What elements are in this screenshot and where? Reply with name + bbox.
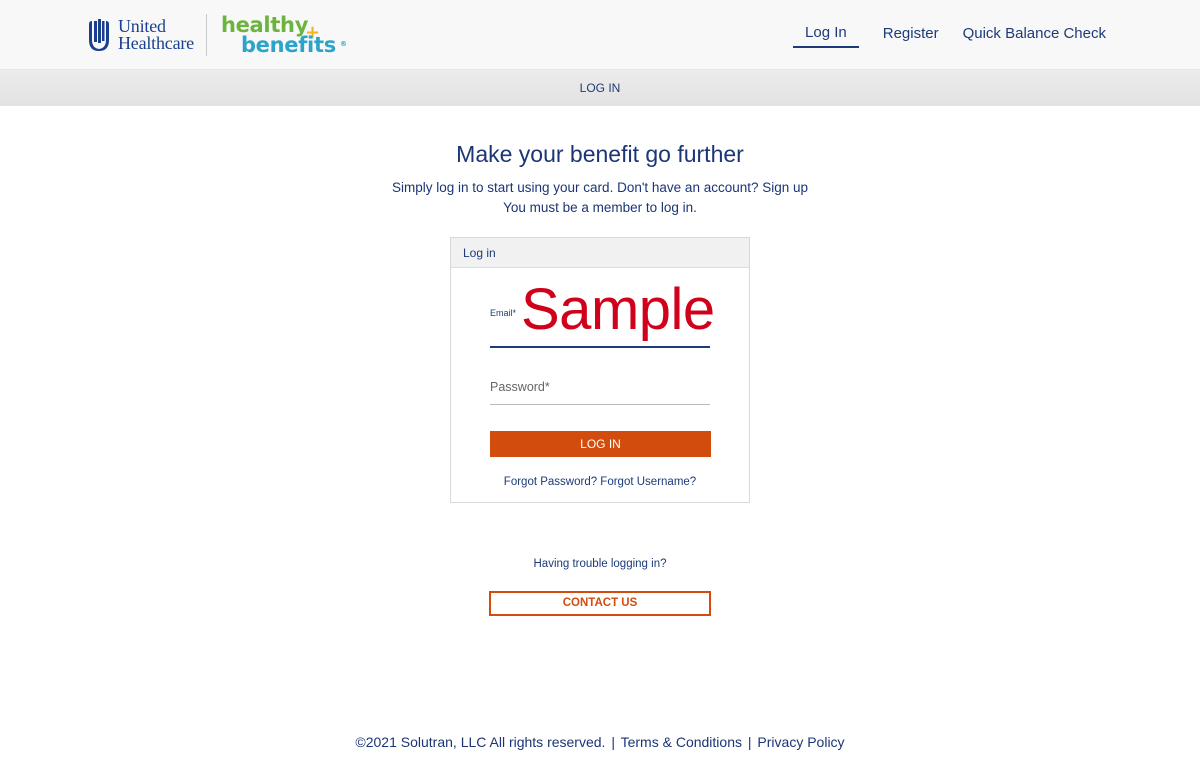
page-title: Make your benefit go further — [456, 141, 744, 167]
footer-terms-link[interactable]: Terms & Conditions — [621, 734, 742, 750]
breadcrumb-label: LOG IN — [579, 81, 621, 95]
page-subtitle-line-2: You must be a member to log in. — [503, 200, 697, 215]
united-healthcare-wordmark: United Healthcare — [118, 17, 194, 53]
united-healthcare-shield-icon — [89, 19, 109, 51]
healthy-benefits-logo: healthy + benefits ® — [221, 13, 347, 57]
brand-logos[interactable]: United Healthcare healthy + benefits ® — [88, 12, 347, 58]
site-footer: ©2021 Solutran, LLC All rights reserved.… — [0, 734, 1200, 750]
contact-us-button[interactable]: CONTACT US — [489, 591, 711, 616]
nav-register[interactable]: Register — [883, 25, 939, 47]
log-in-button[interactable]: LOG IN — [490, 431, 711, 457]
email-value-sample: Sample — [521, 277, 715, 342]
forgot-credentials-link[interactable]: Forgot Password? Forgot Username? — [451, 476, 749, 488]
page-subtitle-line-1: Simply log in to start using your card. … — [391, 180, 809, 195]
nav-quick-balance-check[interactable]: Quick Balance Check — [963, 25, 1106, 47]
uhc-line-2: Healthcare — [118, 33, 194, 53]
nav-log-in[interactable]: Log In — [793, 24, 859, 48]
password-field[interactable]: Password* — [490, 368, 710, 405]
footer-separator-1: | — [611, 734, 615, 750]
brand-divider — [205, 14, 207, 56]
login-card-heading: Log in — [451, 238, 749, 268]
footer-copyright: ©2021 Solutran, LLC All rights reserved. — [355, 734, 606, 750]
trouble-logging-in-text: Having trouble logging in? — [533, 558, 667, 570]
password-label: Password* — [490, 380, 550, 394]
site-header: United Healthcare healthy + benefits ® L… — [0, 0, 1200, 70]
email-label: Email* — [490, 308, 517, 318]
footer-privacy-link[interactable]: Privacy Policy — [757, 734, 844, 750]
page-breadcrumb-bar: LOG IN — [0, 70, 1200, 106]
email-field[interactable]: Email* Sample — [490, 278, 715, 348]
hb-registered-mark: ® — [339, 40, 347, 48]
footer-separator-2: | — [747, 734, 752, 750]
hb-benefits-text: benefits — [240, 33, 336, 57]
top-navigation: Log In Register Quick Balance Check — [769, 24, 1106, 48]
login-card: Log in Email* Sample Password* LOG IN Fo… — [450, 237, 750, 503]
